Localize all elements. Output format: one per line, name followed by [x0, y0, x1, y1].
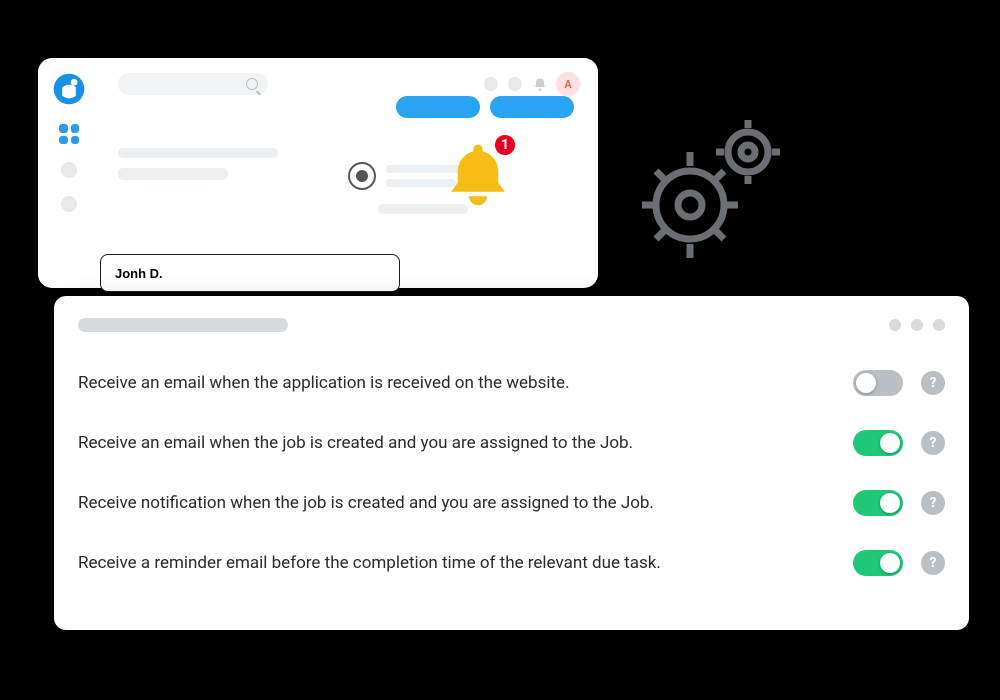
help-icon[interactable]: ? [921, 551, 945, 575]
name-input-wrap [100, 254, 400, 292]
topbar: A [118, 72, 580, 96]
badge-count: 1 [501, 137, 509, 153]
setting-toggle[interactable] [853, 370, 903, 396]
search-input[interactable] [118, 73, 268, 95]
setting-label: Receive an email when the job is created… [78, 433, 835, 453]
setting-row: Receive a reminder email before the comp… [78, 550, 945, 576]
setting-row: Receive an email when the application is… [78, 370, 945, 396]
setting-row: Receive an email when the job is created… [78, 430, 945, 456]
search-icon [246, 78, 258, 90]
settings-list: Receive an email when the application is… [78, 370, 945, 576]
panel-title-placeholder [78, 318, 288, 332]
topbar-action-placeholder[interactable] [484, 77, 498, 91]
gear-decoration-icon [620, 110, 790, 270]
primary-action-button[interactable] [490, 96, 574, 118]
window-dot[interactable] [933, 319, 945, 331]
primary-action-button[interactable] [396, 96, 480, 118]
window-dot[interactable] [889, 319, 901, 331]
action-pills [118, 96, 574, 118]
setting-toggle[interactable] [853, 550, 903, 576]
notification-badge: 1 [492, 132, 518, 158]
help-icon[interactable]: ? [921, 371, 945, 395]
setting-label: Receive a reminder email before the comp… [78, 553, 835, 573]
notification-bell-icon[interactable]: 1 [442, 140, 510, 200]
avatar-letter: A [564, 78, 571, 91]
help-icon[interactable]: ? [921, 491, 945, 515]
name-input[interactable] [115, 266, 385, 281]
help-icon[interactable]: ? [921, 431, 945, 455]
topbar-action-placeholder[interactable] [508, 77, 522, 91]
setting-label: Receive notification when the job is cre… [78, 493, 835, 513]
avatar[interactable]: A [556, 72, 580, 96]
window-controls [889, 319, 945, 331]
notifications-icon[interactable] [532, 77, 546, 91]
nav-item-placeholder[interactable] [61, 162, 77, 178]
nav-item-placeholder[interactable] [61, 196, 77, 212]
setting-label: Receive an email when the application is… [78, 373, 835, 393]
nav-dashboard-icon[interactable] [59, 124, 79, 144]
setting-toggle[interactable] [853, 430, 903, 456]
user-avatar-icon [348, 162, 376, 190]
setting-toggle[interactable] [853, 490, 903, 516]
app-sidebar [38, 58, 100, 288]
app-logo-icon [52, 72, 86, 106]
window-dot[interactable] [911, 319, 923, 331]
panel-header [78, 318, 945, 332]
notification-settings-panel: Receive an email when the application is… [54, 296, 969, 630]
setting-row: Receive notification when the job is cre… [78, 490, 945, 516]
